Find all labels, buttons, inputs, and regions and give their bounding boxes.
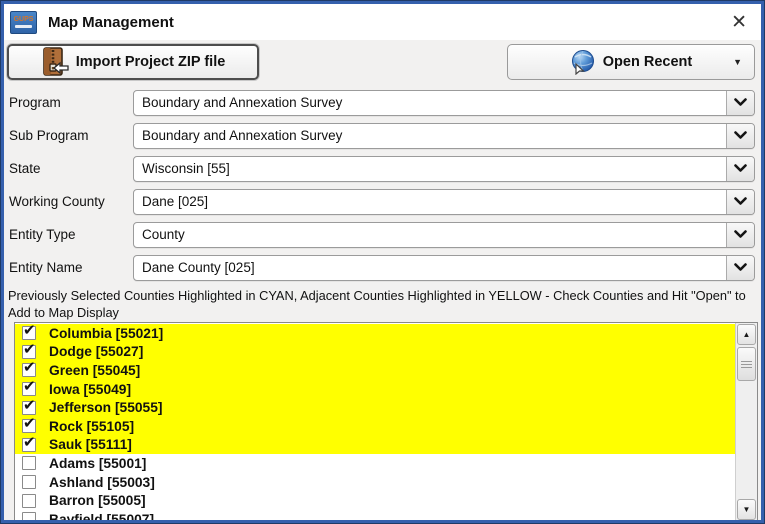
- field-combobox[interactable]: Dane [025]: [133, 189, 755, 215]
- scrollbar-thumb[interactable]: [737, 347, 756, 381]
- scrollbar-down-arrow-icon[interactable]: ▼: [737, 499, 756, 520]
- county-label: Barron [55005]: [49, 493, 146, 508]
- county-label: Ashland [55003]: [49, 475, 155, 490]
- county-list-item[interactable]: ✔ Iowa [55049]: [15, 380, 735, 399]
- combobox-selected-value: Dane [025]: [134, 194, 726, 209]
- county-checkbox[interactable]: ✔: [22, 456, 36, 470]
- county-list-item[interactable]: ✔ Rock [55105]: [15, 417, 735, 436]
- toolbar: Import Project ZIP file: [4, 40, 761, 86]
- chevron-down-icon: [734, 197, 747, 206]
- county-checkbox[interactable]: ✔: [22, 512, 36, 522]
- county-checkbox[interactable]: ✔: [22, 419, 36, 433]
- window-title: Map Management: [48, 14, 174, 31]
- county-label: Dodge [55027]: [49, 344, 143, 359]
- county-checkbox[interactable]: ✔: [22, 494, 36, 508]
- map-management-dialog: GUPS Map Management ✕ Import Project ZIP…: [0, 0, 765, 524]
- chevron-down-icon: [734, 230, 747, 239]
- county-label: Iowa [55049]: [49, 382, 131, 397]
- check-mark-icon: ✔: [23, 379, 36, 394]
- county-list-item[interactable]: ✔ Adams [55001]: [15, 454, 735, 473]
- close-icon[interactable]: ✕: [727, 13, 751, 32]
- county-list-item[interactable]: ✔ Ashland [55003]: [15, 473, 735, 492]
- county-checkbox[interactable]: ✔: [22, 345, 36, 359]
- chevron-down-icon: [734, 164, 747, 173]
- combobox-dropdown-button[interactable]: [726, 124, 754, 148]
- instructions-text: Previously Selected Counties Highlighted…: [4, 284, 761, 322]
- form-area: Program Boundary and Annexation Survey S…: [4, 86, 761, 284]
- county-label: Adams [55001]: [49, 456, 146, 471]
- county-list-item[interactable]: ✔ Columbia [55021]: [15, 324, 735, 343]
- combobox-selected-value: Boundary and Annexation Survey: [134, 128, 726, 143]
- county-checkbox[interactable]: ✔: [22, 326, 36, 340]
- check-mark-icon: ✔: [23, 360, 36, 375]
- county-list-item[interactable]: ✔ Green [55045]: [15, 361, 735, 380]
- combobox-dropdown-button[interactable]: [726, 190, 754, 214]
- combobox-dropdown-button[interactable]: [726, 256, 754, 280]
- form-row: State Wisconsin [55]: [9, 152, 756, 185]
- field-combobox[interactable]: Boundary and Annexation Survey: [133, 123, 755, 149]
- county-label: Columbia [55021]: [49, 326, 163, 341]
- field-label: State: [9, 161, 133, 176]
- field-label: Working County: [9, 194, 133, 209]
- county-listbox: ✔ Columbia [55021] ✔ Dodge [55027] ✔ Gre…: [14, 322, 758, 522]
- county-list: ✔ Columbia [55021] ✔ Dodge [55027] ✔ Gre…: [15, 324, 735, 522]
- county-checkbox[interactable]: ✔: [22, 382, 36, 396]
- county-label: Green [55045]: [49, 363, 140, 378]
- combobox-dropdown-button[interactable]: [726, 91, 754, 115]
- open-recent-dropdown-arrow-icon[interactable]: ▼: [733, 57, 742, 67]
- title-bar: GUPS Map Management ✕: [4, 4, 761, 40]
- field-combobox[interactable]: Boundary and Annexation Survey: [133, 90, 755, 116]
- county-label: Bayfield [55007]: [49, 512, 154, 522]
- county-list-item[interactable]: ✔ Dodge [55027]: [15, 343, 735, 362]
- combobox-dropdown-button[interactable]: [726, 157, 754, 181]
- globe-cursor-icon: [570, 49, 596, 75]
- county-checkbox[interactable]: ✔: [22, 401, 36, 415]
- county-list-item[interactable]: ✔ Bayfield [55007]: [15, 510, 735, 522]
- check-mark-icon: ✔: [23, 323, 36, 338]
- county-label: Jefferson [55055]: [49, 400, 163, 415]
- vertical-scrollbar[interactable]: ▲ ▼: [735, 323, 757, 521]
- import-project-zip-button[interactable]: Import Project ZIP file: [7, 44, 259, 80]
- combobox-selected-value: County: [134, 227, 726, 242]
- field-label: Sub Program: [9, 128, 133, 143]
- chevron-down-icon: [734, 131, 747, 140]
- field-combobox[interactable]: Dane County [025]: [133, 255, 755, 281]
- check-mark-icon: ✔: [23, 416, 36, 431]
- scrollbar-up-arrow-icon[interactable]: ▲: [737, 324, 756, 345]
- chevron-down-icon: [734, 98, 747, 107]
- county-checkbox[interactable]: ✔: [22, 475, 36, 489]
- open-recent-label: Open Recent: [603, 54, 692, 70]
- form-row: Entity Type County: [9, 218, 756, 251]
- combobox-selected-value: Boundary and Annexation Survey: [134, 95, 726, 110]
- county-label: Rock [55105]: [49, 419, 134, 434]
- county-label: Sauk [55111]: [49, 437, 132, 452]
- field-label: Entity Name: [9, 260, 133, 275]
- check-mark-icon: ✔: [23, 398, 36, 413]
- open-recent-button[interactable]: Open Recent ▼: [507, 44, 755, 80]
- zip-file-icon: [41, 47, 69, 77]
- chevron-down-icon: [734, 263, 747, 272]
- combobox-dropdown-button[interactable]: [726, 223, 754, 247]
- combobox-selected-value: Wisconsin [55]: [134, 161, 726, 176]
- form-row: Entity Name Dane County [025]: [9, 251, 756, 284]
- check-mark-icon: ✔: [23, 342, 36, 357]
- form-row: Program Boundary and Annexation Survey: [9, 86, 756, 119]
- form-row: Sub Program Boundary and Annexation Surv…: [9, 119, 756, 152]
- county-list-item[interactable]: ✔ Barron [55005]: [15, 491, 735, 510]
- county-checkbox[interactable]: ✔: [22, 438, 36, 452]
- field-combobox[interactable]: Wisconsin [55]: [133, 156, 755, 182]
- field-label: Program: [9, 95, 133, 110]
- county-list-item[interactable]: ✔ Jefferson [55055]: [15, 398, 735, 417]
- county-list-item[interactable]: ✔ Sauk [55111]: [15, 436, 735, 455]
- check-mark-icon: ✔: [23, 435, 36, 450]
- combobox-selected-value: Dane County [025]: [134, 260, 726, 275]
- field-label: Entity Type: [9, 227, 133, 242]
- gups-app-icon: GUPS: [10, 11, 37, 34]
- county-checkbox[interactable]: ✔: [22, 363, 36, 377]
- form-row: Working County Dane [025]: [9, 185, 756, 218]
- field-combobox[interactable]: County: [133, 222, 755, 248]
- import-project-zip-label: Import Project ZIP file: [76, 54, 226, 70]
- gups-app-icon-text: GUPS: [14, 16, 34, 23]
- gups-app-icon-bar: [15, 25, 32, 28]
